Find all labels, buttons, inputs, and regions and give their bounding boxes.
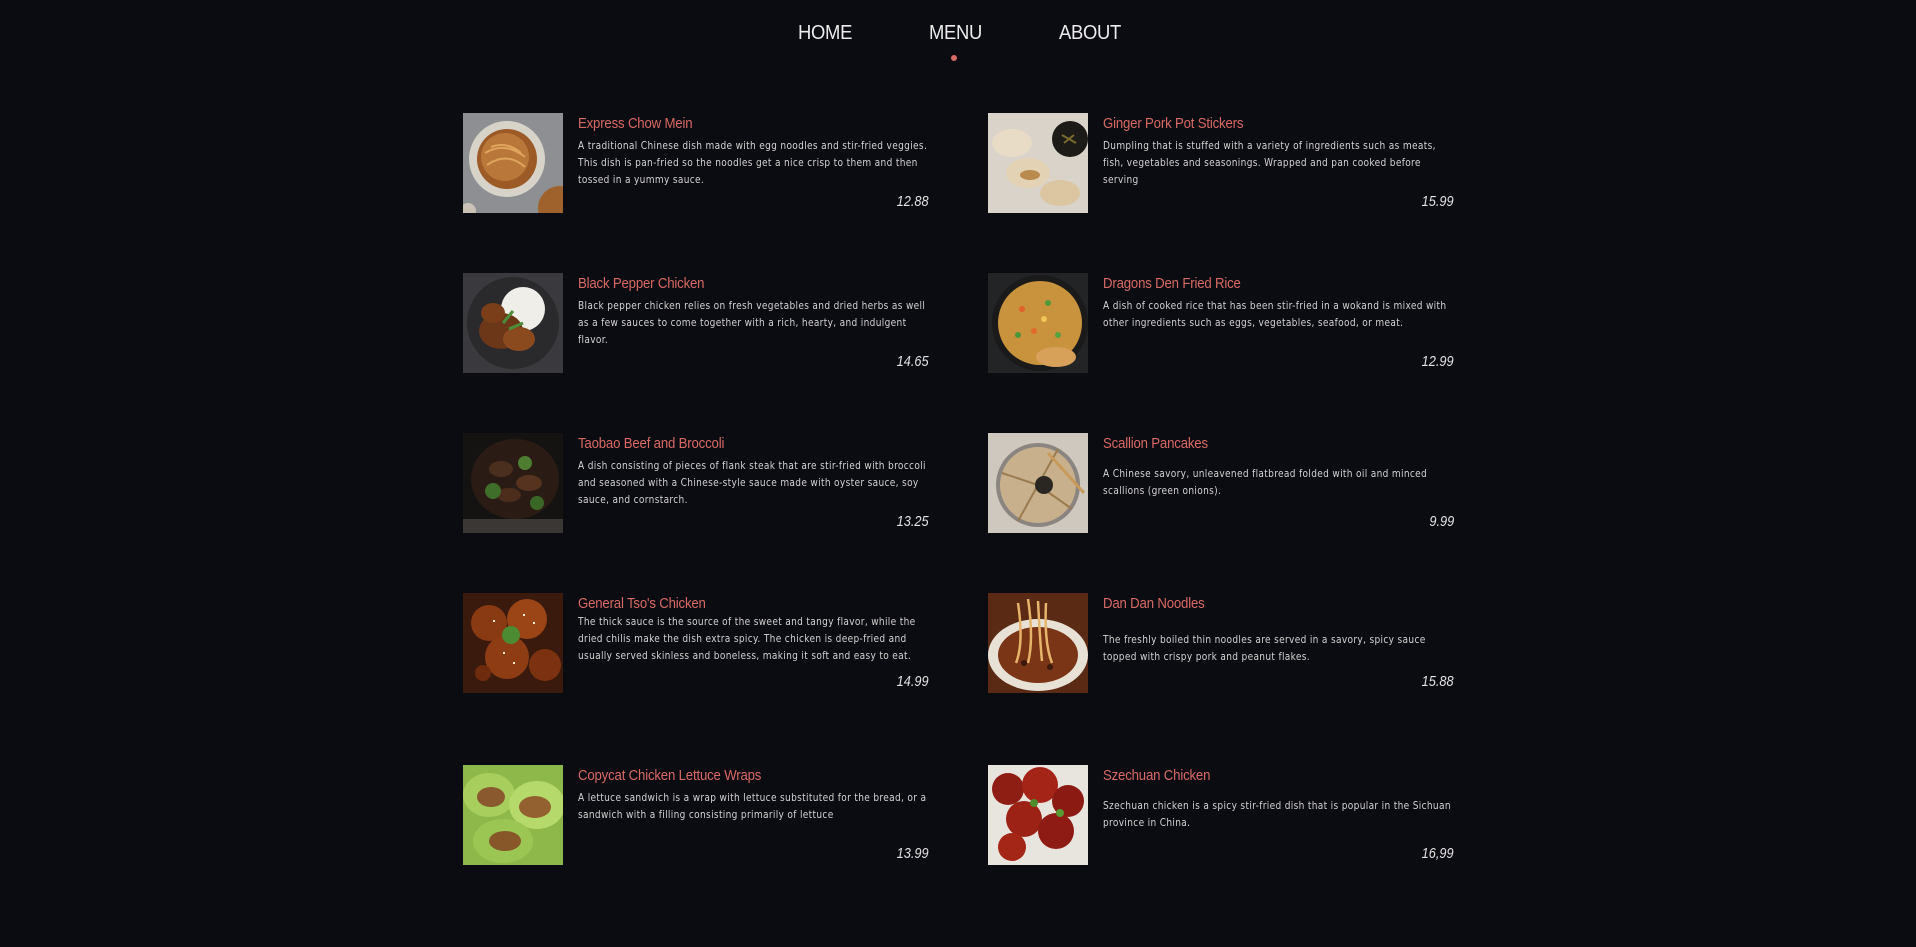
menu-item[interactable]: Szechuan Chicken Szechuan chicken is a s… (988, 765, 1454, 865)
item-description: Black pepper chicken relies on fresh veg… (578, 299, 926, 346)
item-price: 13.99 (897, 845, 929, 862)
nav-about-link[interactable]: ABOUT (1059, 22, 1121, 45)
item-description: The freshly boiled thin noodles are serv… (1103, 633, 1426, 663)
chow-mein-photo (463, 113, 563, 213)
item-title: Copycat Chicken Lettuce Wraps (578, 767, 762, 784)
lettuce-wraps-photo (463, 765, 563, 865)
item-description: A lettuce sandwich is a wrap with lettuc… (578, 791, 927, 821)
menu-item[interactable]: Express Chow Mein A traditional Chinese … (463, 113, 929, 213)
menu-item[interactable]: Ginger Pork Pot Stickers Dumpling that i… (988, 113, 1454, 213)
item-title: Dan Dan Noodles (1103, 595, 1205, 612)
item-description: A traditional Chinese dish made with egg… (578, 139, 928, 186)
beef-broccoli-photo (463, 433, 563, 533)
black-pepper-chicken-photo (463, 273, 563, 373)
active-indicator-dot (951, 55, 957, 61)
dan-dan-noodles-photo (988, 593, 1088, 693)
scallion-pancakes-photo (988, 433, 1088, 533)
item-description: A dish consisting of pieces of flank ste… (578, 459, 926, 506)
general-tso-chicken-photo (463, 593, 563, 693)
item-description: A dish of cooked rice that has been stir… (1103, 299, 1447, 329)
item-price: 15.99 (1422, 193, 1454, 210)
menu-item[interactable]: Copycat Chicken Lettuce Wraps A lettuce … (463, 765, 929, 865)
item-title: Taobao Beef and Broccoli (578, 435, 725, 452)
item-price: 9.99 (1429, 513, 1454, 530)
szechuan-chicken-photo (988, 765, 1088, 865)
item-title: Ginger Pork Pot Stickers (1103, 115, 1244, 132)
item-price: 14.99 (897, 673, 929, 690)
nav-home-link[interactable]: HOME (798, 22, 852, 45)
item-title: Black Pepper Chicken (578, 275, 705, 292)
menu-item[interactable]: Dan Dan Noodles The freshly boiled thin … (988, 593, 1454, 693)
pot-stickers-photo (988, 113, 1088, 213)
menu-item[interactable]: Black Pepper Chicken Black pepper chicke… (463, 273, 929, 373)
nav-menu-link[interactable]: MENU (929, 22, 982, 45)
menu-item[interactable]: Taobao Beef and Broccoli A dish consisti… (463, 433, 929, 533)
menu-item[interactable]: General Tso's Chicken The thick sauce is… (463, 593, 929, 693)
menu-item[interactable]: Dragons Den Fried Rice A dish of cooked … (988, 273, 1454, 373)
top-nav: HOME MENU ABOUT (0, 0, 1916, 70)
item-price: 13.25 (897, 513, 929, 530)
item-price: 15.88 (1422, 673, 1454, 690)
item-description: The thick sauce is the source of the swe… (578, 615, 916, 662)
fried-rice-photo (988, 273, 1088, 373)
item-price: 16,99 (1422, 845, 1454, 862)
item-title: Scallion Pancakes (1103, 435, 1208, 452)
item-title: Szechuan Chicken (1103, 767, 1211, 784)
item-price: 12.99 (1422, 353, 1454, 370)
item-description: A Chinese savory, unleavened flatbread f… (1103, 467, 1428, 497)
item-title: Dragons Den Fried Rice (1103, 275, 1241, 292)
item-description: Szechuan chicken is a spicy stir-fried d… (1103, 799, 1451, 829)
item-title: Express Chow Mein (578, 115, 693, 132)
item-title: General Tso's Chicken (578, 595, 706, 612)
item-price: 14.65 (897, 353, 929, 370)
item-price: 12.88 (897, 193, 929, 210)
item-description: Dumpling that is stuffed with a variety … (1103, 139, 1436, 186)
menu-item[interactable]: Scallion Pancakes A Chinese savory, unle… (988, 433, 1454, 533)
